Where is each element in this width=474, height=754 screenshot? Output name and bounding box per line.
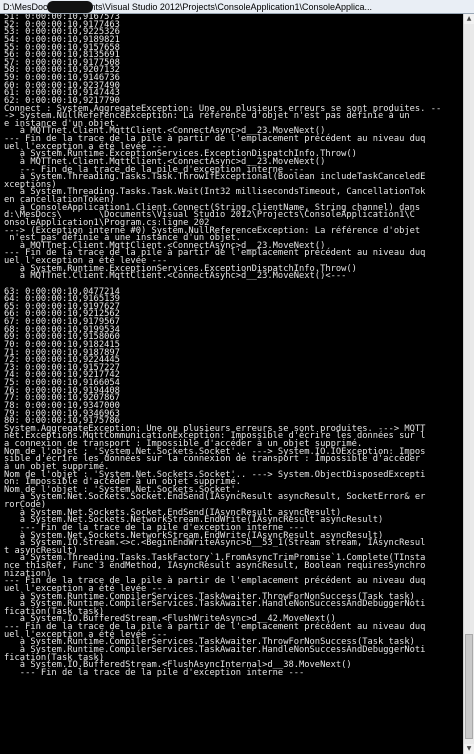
vertical-scrollbar[interactable]: ▲ ▼ [463,14,474,754]
title-bar[interactable]: D:\MesDocs\ Documents\Visual Studio 2012… [0,0,474,14]
console-output-area[interactable]: 51: 0:00:00:10,9167573 52: 0:00:00:10,917… [0,14,463,754]
console-line: à System.Threading.Tasks.Task.ThrowIfExc… [4,172,426,183]
console-line: nce thisRef, Func`3 endMethod, IAsyncRes… [4,561,426,571]
scrollbar-thumb[interactable] [465,634,473,739]
console-line: à System.Net.Sockets.Socket.EndSend(IAsy… [4,492,426,503]
scroll-down-arrow-icon[interactable]: ▼ [464,744,474,754]
scroll-up-arrow-icon[interactable]: ▲ [464,14,474,24]
console-text: 51: 0:00:00:10,9167573 52: 0:00:00:10,917… [0,14,463,677]
console-line: --- Fin de la trace de la pile d'excepti… [4,667,305,678]
redacted-name-block [47,1,93,13]
console-line: à MQTTnet.Client.MqttClient.<ConnectAsyn… [4,271,347,282]
